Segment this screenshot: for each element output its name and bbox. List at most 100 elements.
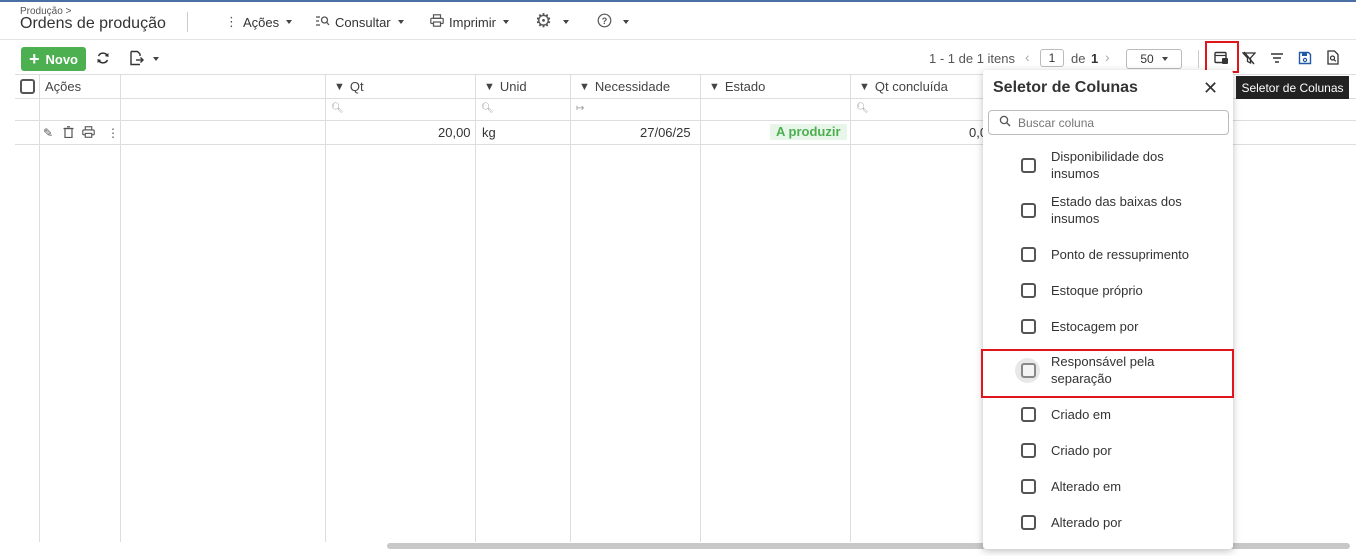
column-option[interactable]: Alterado em — [1020, 477, 1210, 495]
column-search-input[interactable] — [1018, 115, 1208, 130]
column-selector-highlight — [1205, 41, 1239, 73]
cell-unid: kg — [482, 125, 496, 140]
chevron-down-icon — [286, 20, 293, 24]
header-estado[interactable]: ▼ Estado — [709, 79, 765, 94]
consult-menu-label: Consultar — [335, 14, 391, 30]
select-all-checkbox[interactable] — [20, 79, 35, 94]
column-option[interactable]: Estocagem por — [1020, 317, 1210, 335]
search-icon[interactable]: 🔍︎ — [856, 103, 869, 114]
column-option-checkbox[interactable] — [1021, 246, 1036, 262]
header-necessidade[interactable]: ▼ Necessidade — [579, 79, 670, 94]
header-unid-label: Unid — [499, 79, 527, 94]
header-divider — [187, 12, 188, 32]
filter-funnel-icon[interactable]: ▼ — [859, 81, 870, 93]
new-button[interactable]: + Novo — [21, 47, 86, 71]
search-icon[interactable]: 🔍︎ — [331, 103, 344, 114]
option-highlight-box — [981, 349, 1234, 398]
column-option-checkbox[interactable] — [1021, 157, 1036, 173]
column-option-checkbox[interactable] — [1021, 442, 1036, 458]
header-estado-label: Estado — [724, 79, 766, 94]
pager-of-label: de — [1071, 51, 1086, 66]
header-qt[interactable]: ▼ Qt — [334, 79, 364, 94]
prev-page-icon[interactable]: ‹ — [1025, 49, 1030, 65]
export-button[interactable] — [129, 49, 159, 69]
header-qt-concluida[interactable]: ▼ Qt concluída — [859, 79, 948, 94]
column-option-label: Alterado por — [1051, 514, 1122, 530]
column-option-checkbox[interactable] — [1021, 514, 1036, 530]
print-menu-label: Imprimir — [449, 14, 496, 30]
toolbar-divider — [1198, 50, 1199, 68]
status-badge: A produzir — [770, 124, 847, 140]
next-page-icon[interactable]: › — [1105, 49, 1110, 65]
column-option-checkbox[interactable] — [1021, 202, 1036, 218]
pager-total-pages: 1 — [1091, 51, 1099, 66]
header-necessidade-label: Necessidade — [594, 79, 671, 94]
clear-filter-icon — [1241, 51, 1257, 68]
filter-funnel-icon[interactable]: ▼ — [709, 81, 720, 93]
page-number-input[interactable]: 1 — [1040, 49, 1064, 67]
header-unid[interactable]: ▼ Unid — [484, 79, 527, 94]
column-option[interactable]: Criado em — [1020, 405, 1210, 423]
column-option-label: Criado em — [1051, 406, 1111, 422]
cell-necessidade: 27/06/25 — [640, 125, 691, 140]
search-icon[interactable]: 🔍︎ — [481, 103, 494, 114]
column-selector-panel: Seletor de Colunas ✕ Disponibilidade dos… — [983, 70, 1233, 549]
column-option-label: Alterado em — [1051, 478, 1122, 494]
date-range-icon[interactable]: ↦ — [576, 103, 584, 114]
filter-funnel-icon[interactable]: ▼ — [484, 81, 495, 93]
save-icon — [1298, 51, 1312, 68]
column-option-label: Ponto de ressuprimento — [1051, 246, 1190, 262]
column-option[interactable]: Ponto de ressuprimento — [1020, 245, 1210, 263]
close-icon[interactable]: ✕ — [1203, 78, 1218, 99]
tooltip: Seletor de Colunas — [1236, 76, 1349, 99]
page-header: Produção > Ordens de produção ⋮ Ações Co… — [0, 2, 1356, 40]
chevron-down-icon — [153, 57, 159, 61]
refresh-button[interactable] — [96, 49, 110, 69]
header-qt-label: Qt — [349, 79, 364, 94]
page-title: Ordens de produção — [20, 15, 166, 32]
page-size-select[interactable]: 50 — [1126, 49, 1182, 69]
printer-icon[interactable] — [82, 126, 95, 141]
help-menu[interactable]: ? — [597, 12, 629, 32]
edit-pencil-icon[interactable]: ✎ — [43, 126, 53, 140]
sort-lines-icon — [1270, 52, 1284, 67]
column-option-label: Estocagem por — [1051, 318, 1139, 334]
column-option[interactable]: Alterado por — [1020, 513, 1210, 531]
plus-icon: + — [28, 49, 40, 69]
column-option-checkbox[interactable] — [1021, 282, 1036, 298]
column-option[interactable]: Disponibilidade dos insumos — [1020, 148, 1210, 182]
save-view-button[interactable] — [1296, 50, 1314, 68]
column-option-label: Estado das baixas dos insumos — [1051, 194, 1182, 226]
trash-icon[interactable] — [63, 126, 74, 141]
chevron-down-icon — [1161, 57, 1168, 61]
search-icon — [999, 115, 1011, 130]
clear-filter-button[interactable] — [1240, 50, 1258, 68]
row-more-icon[interactable]: ⋮ — [107, 126, 119, 140]
print-menu[interactable]: Imprimir — [430, 12, 509, 32]
chevron-down-icon — [502, 20, 509, 24]
column-option[interactable]: Criado por — [1020, 441, 1210, 459]
svg-text:?: ? — [602, 16, 608, 26]
column-option-label: Estoque próprio — [1051, 282, 1143, 298]
column-option-label: Criado por — [1051, 442, 1112, 458]
header-actions-label: Ações — [45, 79, 82, 94]
printer-icon — [430, 14, 444, 30]
gear-icon: ⚙ — [535, 11, 553, 32]
column-option-checkbox[interactable] — [1021, 318, 1036, 334]
filter-funnel-icon[interactable]: ▼ — [334, 81, 345, 93]
consult-menu[interactable]: Consultar — [316, 12, 404, 32]
column-option[interactable]: Estoque próprio — [1020, 281, 1210, 299]
settings-menu[interactable]: ⚙ — [535, 11, 570, 32]
view-settings-button[interactable] — [1324, 50, 1342, 68]
column-option[interactable]: Estado das baixas dos insumos — [1020, 193, 1210, 227]
chevron-down-icon — [623, 20, 629, 24]
actions-menu[interactable]: ⋮ Ações — [225, 12, 293, 32]
filter-funnel-icon[interactable]: ▼ — [579, 81, 590, 93]
column-option-checkbox[interactable] — [1021, 478, 1036, 494]
file-search-icon — [1326, 50, 1340, 68]
column-option-checkbox[interactable] — [1021, 406, 1036, 422]
chevron-down-icon — [397, 20, 404, 24]
column-search-field[interactable] — [988, 110, 1229, 135]
export-file-icon — [129, 50, 145, 69]
sort-button[interactable] — [1268, 50, 1286, 68]
